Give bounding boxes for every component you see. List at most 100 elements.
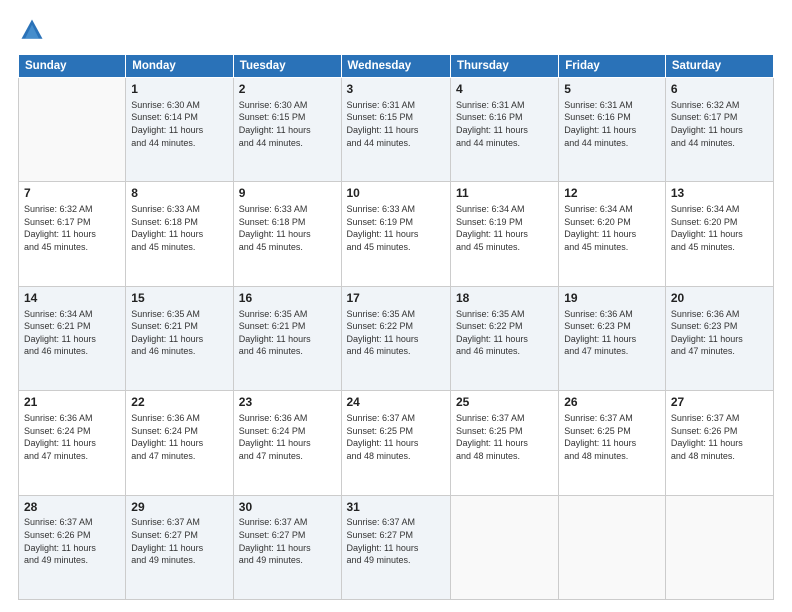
day-cell: 5Sunrise: 6:31 AMSunset: 6:16 PMDaylight… — [559, 78, 666, 182]
day-number: 26 — [564, 394, 660, 411]
day-number: 2 — [239, 81, 336, 98]
day-cell — [559, 495, 666, 599]
calendar-table: SundayMondayTuesdayWednesdayThursdayFrid… — [18, 54, 774, 600]
week-row-4: 21Sunrise: 6:36 AMSunset: 6:24 PMDayligh… — [19, 391, 774, 495]
day-number: 6 — [671, 81, 768, 98]
day-number: 30 — [239, 499, 336, 516]
day-cell: 10Sunrise: 6:33 AMSunset: 6:19 PMDayligh… — [341, 182, 450, 286]
day-number: 12 — [564, 185, 660, 202]
day-info: Sunrise: 6:37 AMSunset: 6:25 PMDaylight:… — [564, 412, 660, 462]
day-number: 17 — [347, 290, 445, 307]
day-number: 5 — [564, 81, 660, 98]
day-number: 18 — [456, 290, 553, 307]
day-number: 25 — [456, 394, 553, 411]
header — [18, 16, 774, 44]
day-info: Sunrise: 6:35 AMSunset: 6:22 PMDaylight:… — [456, 308, 553, 358]
day-cell: 17Sunrise: 6:35 AMSunset: 6:22 PMDayligh… — [341, 286, 450, 390]
day-number: 22 — [131, 394, 227, 411]
day-info: Sunrise: 6:33 AMSunset: 6:18 PMDaylight:… — [131, 203, 227, 253]
week-row-1: 1Sunrise: 6:30 AMSunset: 6:14 PMDaylight… — [19, 78, 774, 182]
day-info: Sunrise: 6:33 AMSunset: 6:18 PMDaylight:… — [239, 203, 336, 253]
day-cell: 25Sunrise: 6:37 AMSunset: 6:25 PMDayligh… — [450, 391, 558, 495]
day-number: 9 — [239, 185, 336, 202]
day-info: Sunrise: 6:37 AMSunset: 6:27 PMDaylight:… — [131, 516, 227, 566]
logo — [18, 16, 48, 44]
day-info: Sunrise: 6:36 AMSunset: 6:24 PMDaylight:… — [24, 412, 120, 462]
day-info: Sunrise: 6:33 AMSunset: 6:19 PMDaylight:… — [347, 203, 445, 253]
day-cell: 15Sunrise: 6:35 AMSunset: 6:21 PMDayligh… — [126, 286, 233, 390]
week-row-2: 7Sunrise: 6:32 AMSunset: 6:17 PMDaylight… — [19, 182, 774, 286]
day-number: 16 — [239, 290, 336, 307]
day-number: 28 — [24, 499, 120, 516]
col-header-friday: Friday — [559, 55, 666, 78]
day-number: 24 — [347, 394, 445, 411]
day-info: Sunrise: 6:37 AMSunset: 6:25 PMDaylight:… — [456, 412, 553, 462]
page: SundayMondayTuesdayWednesdayThursdayFrid… — [0, 0, 792, 612]
day-cell: 27Sunrise: 6:37 AMSunset: 6:26 PMDayligh… — [665, 391, 773, 495]
day-cell: 8Sunrise: 6:33 AMSunset: 6:18 PMDaylight… — [126, 182, 233, 286]
day-info: Sunrise: 6:37 AMSunset: 6:25 PMDaylight:… — [347, 412, 445, 462]
day-number: 29 — [131, 499, 227, 516]
week-row-3: 14Sunrise: 6:34 AMSunset: 6:21 PMDayligh… — [19, 286, 774, 390]
day-info: Sunrise: 6:35 AMSunset: 6:22 PMDaylight:… — [347, 308, 445, 358]
day-cell: 11Sunrise: 6:34 AMSunset: 6:19 PMDayligh… — [450, 182, 558, 286]
day-number: 3 — [347, 81, 445, 98]
day-cell: 4Sunrise: 6:31 AMSunset: 6:16 PMDaylight… — [450, 78, 558, 182]
day-cell: 1Sunrise: 6:30 AMSunset: 6:14 PMDaylight… — [126, 78, 233, 182]
day-cell: 29Sunrise: 6:37 AMSunset: 6:27 PMDayligh… — [126, 495, 233, 599]
day-info: Sunrise: 6:37 AMSunset: 6:27 PMDaylight:… — [239, 516, 336, 566]
day-cell: 9Sunrise: 6:33 AMSunset: 6:18 PMDaylight… — [233, 182, 341, 286]
day-info: Sunrise: 6:36 AMSunset: 6:23 PMDaylight:… — [564, 308, 660, 358]
day-number: 21 — [24, 394, 120, 411]
day-info: Sunrise: 6:36 AMSunset: 6:24 PMDaylight:… — [131, 412, 227, 462]
day-cell: 20Sunrise: 6:36 AMSunset: 6:23 PMDayligh… — [665, 286, 773, 390]
day-cell: 22Sunrise: 6:36 AMSunset: 6:24 PMDayligh… — [126, 391, 233, 495]
day-info: Sunrise: 6:35 AMSunset: 6:21 PMDaylight:… — [131, 308, 227, 358]
week-row-5: 28Sunrise: 6:37 AMSunset: 6:26 PMDayligh… — [19, 495, 774, 599]
day-info: Sunrise: 6:31 AMSunset: 6:15 PMDaylight:… — [347, 99, 445, 149]
header-row: SundayMondayTuesdayWednesdayThursdayFrid… — [19, 55, 774, 78]
col-header-wednesday: Wednesday — [341, 55, 450, 78]
day-cell: 21Sunrise: 6:36 AMSunset: 6:24 PMDayligh… — [19, 391, 126, 495]
day-info: Sunrise: 6:34 AMSunset: 6:20 PMDaylight:… — [564, 203, 660, 253]
day-number: 7 — [24, 185, 120, 202]
day-number: 20 — [671, 290, 768, 307]
day-number: 10 — [347, 185, 445, 202]
day-info: Sunrise: 6:32 AMSunset: 6:17 PMDaylight:… — [24, 203, 120, 253]
day-cell: 3Sunrise: 6:31 AMSunset: 6:15 PMDaylight… — [341, 78, 450, 182]
day-cell: 6Sunrise: 6:32 AMSunset: 6:17 PMDaylight… — [665, 78, 773, 182]
col-header-sunday: Sunday — [19, 55, 126, 78]
day-cell — [450, 495, 558, 599]
day-number: 1 — [131, 81, 227, 98]
day-number: 19 — [564, 290, 660, 307]
col-header-saturday: Saturday — [665, 55, 773, 78]
day-cell: 13Sunrise: 6:34 AMSunset: 6:20 PMDayligh… — [665, 182, 773, 286]
day-cell: 24Sunrise: 6:37 AMSunset: 6:25 PMDayligh… — [341, 391, 450, 495]
day-cell: 14Sunrise: 6:34 AMSunset: 6:21 PMDayligh… — [19, 286, 126, 390]
day-info: Sunrise: 6:31 AMSunset: 6:16 PMDaylight:… — [456, 99, 553, 149]
day-number: 8 — [131, 185, 227, 202]
day-number: 11 — [456, 185, 553, 202]
day-number: 13 — [671, 185, 768, 202]
day-info: Sunrise: 6:36 AMSunset: 6:24 PMDaylight:… — [239, 412, 336, 462]
col-header-tuesday: Tuesday — [233, 55, 341, 78]
day-info: Sunrise: 6:34 AMSunset: 6:21 PMDaylight:… — [24, 308, 120, 358]
day-info: Sunrise: 6:34 AMSunset: 6:19 PMDaylight:… — [456, 203, 553, 253]
day-cell: 30Sunrise: 6:37 AMSunset: 6:27 PMDayligh… — [233, 495, 341, 599]
day-info: Sunrise: 6:31 AMSunset: 6:16 PMDaylight:… — [564, 99, 660, 149]
day-number: 27 — [671, 394, 768, 411]
day-cell: 7Sunrise: 6:32 AMSunset: 6:17 PMDaylight… — [19, 182, 126, 286]
day-cell: 2Sunrise: 6:30 AMSunset: 6:15 PMDaylight… — [233, 78, 341, 182]
day-info: Sunrise: 6:32 AMSunset: 6:17 PMDaylight:… — [671, 99, 768, 149]
col-header-thursday: Thursday — [450, 55, 558, 78]
logo-icon — [18, 16, 46, 44]
day-number: 23 — [239, 394, 336, 411]
day-number: 14 — [24, 290, 120, 307]
day-cell: 16Sunrise: 6:35 AMSunset: 6:21 PMDayligh… — [233, 286, 341, 390]
day-number: 4 — [456, 81, 553, 98]
day-cell: 28Sunrise: 6:37 AMSunset: 6:26 PMDayligh… — [19, 495, 126, 599]
day-info: Sunrise: 6:30 AMSunset: 6:14 PMDaylight:… — [131, 99, 227, 149]
day-cell: 19Sunrise: 6:36 AMSunset: 6:23 PMDayligh… — [559, 286, 666, 390]
day-number: 31 — [347, 499, 445, 516]
day-info: Sunrise: 6:30 AMSunset: 6:15 PMDaylight:… — [239, 99, 336, 149]
